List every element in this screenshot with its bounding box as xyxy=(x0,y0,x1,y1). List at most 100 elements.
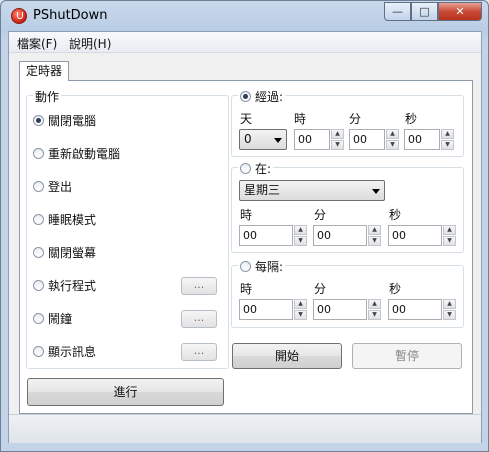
spin-up-icon[interactable]: ▲ xyxy=(294,225,307,235)
radio-at[interactable]: 在: xyxy=(238,160,274,177)
run-button[interactable]: 進行 xyxy=(27,378,224,406)
radio-label: 顯示訊息 xyxy=(48,345,97,359)
radio-dot xyxy=(240,91,251,102)
caption-buttons: — □ ✕ xyxy=(384,2,482,21)
spin-arrows: ▲ ▼ xyxy=(441,129,454,150)
radio-label: 關閉電腦 xyxy=(48,114,97,128)
every-hour-spinner[interactable]: 00 ▲ ▼ xyxy=(239,299,308,320)
title-bar[interactable]: PShutDown — □ ✕ xyxy=(1,1,488,31)
elapsed-group: 經過: 天 時 分 秒 0 00 ▲ ▼ 00 ▲ ▼ 00 ▲ ▼ xyxy=(231,88,464,157)
at-minute-field[interactable]: 00 xyxy=(313,225,367,246)
start-button[interactable]: 開始 xyxy=(232,343,342,369)
elapsed-hour-spinner[interactable]: 00 ▲ ▼ xyxy=(294,129,345,150)
spin-down-icon[interactable]: ▼ xyxy=(331,140,344,150)
window-title: PShutDown xyxy=(33,8,108,23)
spin-up-icon[interactable]: ▲ xyxy=(386,129,399,139)
action-group: 動作 關閉電腦 重新啟動電腦 登出 睡眠模式 關閉螢幕 執行程式 ... 鬧鐘 … xyxy=(26,88,229,369)
radio-run-program[interactable]: 執行程式 xyxy=(33,277,96,294)
minute-header: 分 xyxy=(314,208,327,222)
spin-up-icon[interactable]: ▲ xyxy=(368,225,381,235)
hour-header: 時 xyxy=(240,282,253,296)
every-second-spinner[interactable]: 00 ▲ ▼ xyxy=(388,299,457,320)
at-hour-spinner[interactable]: 00 ▲ ▼ xyxy=(239,225,308,246)
spin-up-icon[interactable]: ▲ xyxy=(443,299,456,309)
second-header: 秒 xyxy=(405,112,418,126)
menu-help[interactable]: 說明(H) xyxy=(69,35,111,52)
every-minute-field[interactable]: 00 xyxy=(313,299,367,320)
tab-timer[interactable]: 定時器 xyxy=(19,61,69,81)
close-button[interactable]: ✕ xyxy=(438,2,482,21)
day-header: 天 xyxy=(240,112,253,126)
spin-arrows: ▲ ▼ xyxy=(294,299,307,320)
radio-monitor-off[interactable]: 關閉螢幕 xyxy=(33,244,96,261)
spin-up-icon[interactable]: ▲ xyxy=(443,225,456,235)
spin-down-icon[interactable]: ▼ xyxy=(368,310,381,320)
radio-label: 每隔: xyxy=(255,260,284,274)
action-group-title: 動作 xyxy=(33,88,62,105)
pause-button[interactable]: 暫停 xyxy=(352,343,462,369)
day-select-value: 0 xyxy=(244,132,252,146)
radio-dot xyxy=(33,214,44,225)
status-bar xyxy=(9,414,481,443)
every-second-field[interactable]: 00 xyxy=(388,299,442,320)
maximize-button[interactable]: □ xyxy=(411,2,438,21)
hour-header: 時 xyxy=(294,112,307,126)
at-second-spinner[interactable]: 00 ▲ ▼ xyxy=(388,225,457,246)
every-hour-field[interactable]: 00 xyxy=(239,299,293,320)
radio-label: 重新啟動電腦 xyxy=(48,147,121,161)
radio-dot xyxy=(33,181,44,192)
spin-up-icon[interactable]: ▲ xyxy=(441,129,454,139)
radio-elapsed[interactable]: 經過: xyxy=(238,88,286,105)
spin-up-icon[interactable]: ▲ xyxy=(331,129,344,139)
spin-up-icon[interactable]: ▲ xyxy=(368,299,381,309)
spin-arrows: ▲ ▼ xyxy=(368,225,381,246)
every-minute-spinner[interactable]: 00 ▲ ▼ xyxy=(313,299,382,320)
elapsed-second-spinner[interactable]: 00 ▲ ▼ xyxy=(404,129,455,150)
minute-header: 分 xyxy=(314,282,327,296)
spin-arrows: ▲ ▼ xyxy=(331,129,344,150)
spin-up-icon[interactable]: ▲ xyxy=(294,299,307,309)
spin-down-icon[interactable]: ▼ xyxy=(294,236,307,246)
at-hour-field[interactable]: 00 xyxy=(239,225,293,246)
radio-restart[interactable]: 重新啟動電腦 xyxy=(33,145,120,162)
client-area: 檔案(F) 說明(H) 定時器 動作 關閉電腦 重新啟動電腦 登出 睡眠模式 關… xyxy=(8,31,482,443)
radio-dot xyxy=(33,247,44,258)
spin-arrows: ▲ ▼ xyxy=(294,225,307,246)
spin-down-icon[interactable]: ▼ xyxy=(368,236,381,246)
elapsed-second-field[interactable]: 00 xyxy=(404,129,440,150)
spin-down-icon[interactable]: ▼ xyxy=(294,310,307,320)
elapsed-minute-spinner[interactable]: 00 ▲ ▼ xyxy=(349,129,400,150)
spin-arrows: ▲ ▼ xyxy=(386,129,399,150)
spin-arrows: ▲ ▼ xyxy=(443,225,456,246)
message-settings-button[interactable]: ... xyxy=(181,343,217,361)
radio-show-message[interactable]: 顯示訊息 xyxy=(33,343,96,360)
spin-down-icon[interactable]: ▼ xyxy=(443,236,456,246)
weekday-select-value: 星期三 xyxy=(244,183,281,197)
minute-header: 分 xyxy=(349,112,362,126)
spin-down-icon[interactable]: ▼ xyxy=(441,140,454,150)
radio-sleep[interactable]: 睡眠模式 xyxy=(33,211,96,228)
radio-dot xyxy=(33,148,44,159)
second-header: 秒 xyxy=(389,208,402,222)
spin-arrows: ▲ ▼ xyxy=(443,299,456,320)
radio-label: 鬧鐘 xyxy=(48,312,73,326)
browse-program-button[interactable]: ... xyxy=(181,277,217,295)
elapsed-minute-field[interactable]: 00 xyxy=(349,129,385,150)
spin-arrows: ▲ ▼ xyxy=(368,299,381,320)
day-select[interactable]: 0 xyxy=(239,129,287,150)
alarm-settings-button[interactable]: ... xyxy=(181,310,217,328)
weekday-select[interactable]: 星期三 xyxy=(239,180,385,201)
at-minute-spinner[interactable]: 00 ▲ ▼ xyxy=(313,225,382,246)
spin-down-icon[interactable]: ▼ xyxy=(386,140,399,150)
at-group: 在: 星期三 時 分 秒 00 ▲ ▼ 00 ▲ ▼ 00 ▲ ▼ xyxy=(231,160,464,253)
elapsed-hour-field[interactable]: 00 xyxy=(294,129,330,150)
menu-file[interactable]: 檔案(F) xyxy=(17,35,57,52)
spin-down-icon[interactable]: ▼ xyxy=(443,310,456,320)
radio-alarm[interactable]: 鬧鐘 xyxy=(33,310,72,327)
radio-logoff[interactable]: 登出 xyxy=(33,178,72,195)
radio-shutdown[interactable]: 關閉電腦 xyxy=(33,112,96,129)
radio-label: 關閉螢幕 xyxy=(48,246,97,260)
minimize-button[interactable]: — xyxy=(384,2,411,21)
at-second-field[interactable]: 00 xyxy=(388,225,442,246)
radio-every[interactable]: 每隔: xyxy=(238,258,286,275)
